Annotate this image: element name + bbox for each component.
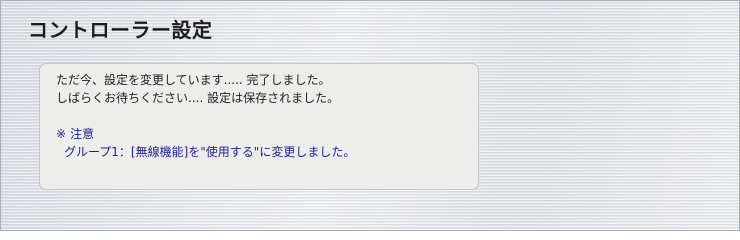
status-message-box: ただ今、設定を変更しています..... 完了しました。 しばらくお待ちください.…	[39, 63, 479, 190]
status-message-line-2: しばらくお待ちください.... 設定は保存されました。	[56, 91, 340, 105]
note-mark-icon: ※	[56, 127, 67, 141]
page-background: コントローラー設定 ただ今、設定を変更しています..... 完了しました。 しば…	[0, 0, 740, 231]
note-body: グループ1：[無線機能]を"使用する"に変更しました。	[64, 145, 356, 159]
page-title: コントローラー設定	[28, 18, 213, 42]
note-heading-label: 注意	[70, 127, 95, 141]
note-heading: ※ 注意	[56, 125, 478, 143]
status-message-line-1: ただ今、設定を変更しています..... 完了しました。	[56, 73, 331, 87]
